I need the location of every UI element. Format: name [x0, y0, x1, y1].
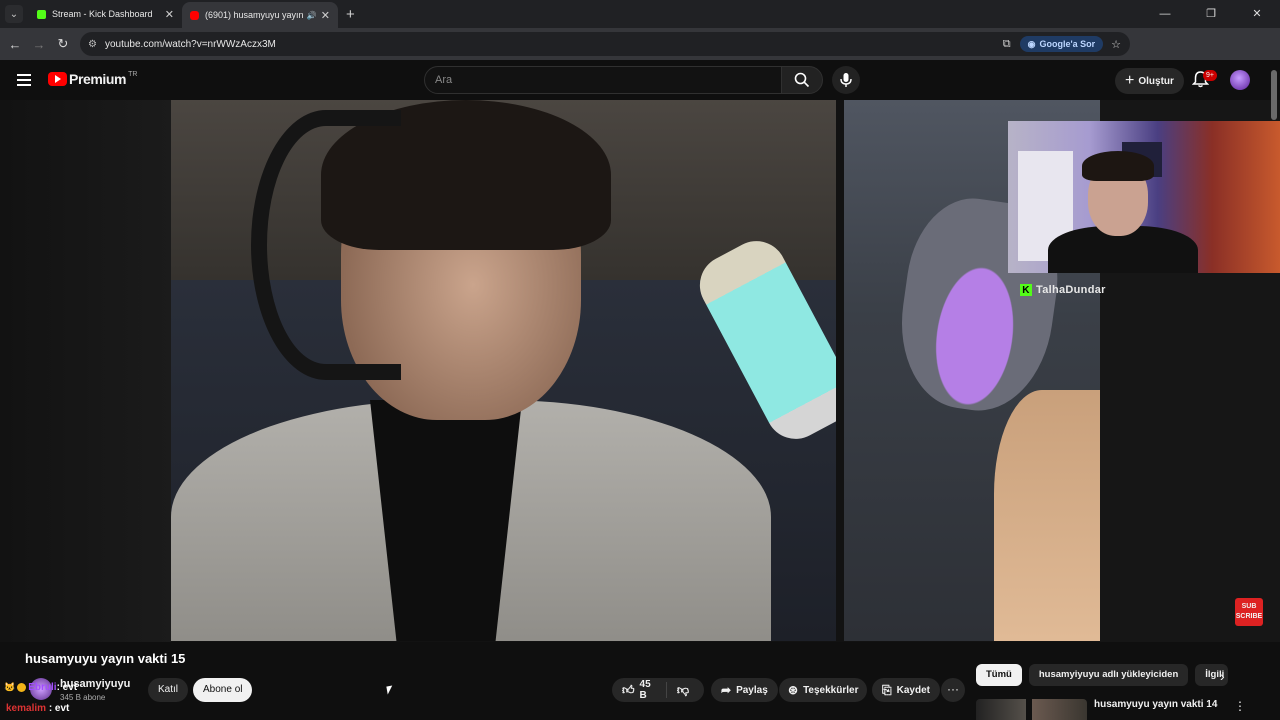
youtube-favicon-icon [190, 10, 199, 20]
menu-icon[interactable] [17, 74, 31, 86]
notification-badge: 9+ [1203, 70, 1217, 81]
browser-toolbar: ← → ↻ ⚙ youtube.com/watch?v=nrWWzAczx3M … [0, 28, 1280, 80]
browser-tab-kick[interactable]: Stream - Kick Dashboard ✕ [29, 0, 182, 28]
subscribe-watermark[interactable]: SUB SCRIBE [1235, 598, 1263, 626]
thumbs-up-icon: 👍︎ [622, 682, 635, 697]
speaker-icon[interactable]: 🔊 [307, 11, 317, 20]
share-icon: ➦ [721, 683, 732, 697]
tab-title: (6901) husamyuyu yayın vakti [205, 10, 304, 20]
share-button[interactable]: ➦ Paylaş [711, 678, 778, 702]
thanks-button[interactable]: ⊛ Teşekkürler [779, 678, 868, 702]
voice-search-button[interactable] [832, 66, 860, 94]
cast-icon[interactable]: ⧉ [1003, 38, 1011, 51]
chip-from-uploader[interactable]: husamyiyuyu adlı yükleyiciden [1028, 664, 1189, 686]
emote-icon: 🐱 [4, 682, 16, 692]
back-icon[interactable]: ← [3, 37, 27, 52]
bookmark-icon: ⎘ [882, 682, 892, 697]
create-button[interactable]: + Oluştur [1115, 68, 1184, 94]
chat-overlay-line: kemalim : evt [6, 703, 69, 714]
chat-message: : evt [48, 703, 70, 714]
account-avatar[interactable] [1230, 70, 1250, 90]
kebab-menu-icon[interactable]: ⋮ [1234, 699, 1246, 713]
overlay-username: TalhaDundar [1036, 284, 1106, 296]
search-input[interactable]: Ara [424, 66, 782, 94]
streamer-camera-left [171, 100, 836, 641]
youtube-premium-logo[interactable]: Premium TR [48, 71, 137, 87]
thumbs-down-icon[interactable]: 👎︎ [667, 683, 699, 698]
bookmark-star-icon[interactable]: ☆ [1111, 38, 1121, 51]
plus-icon: + [1125, 72, 1135, 89]
chat-overlay-line: 🐱 Ebruli : evt [4, 682, 77, 693]
video-player[interactable]: K TalhaDundar SUB SCRIBE [0, 100, 1280, 642]
kick-username-overlay: K TalhaDundar [1020, 284, 1106, 296]
video-title: husamyuyu yayın vakti 15 [25, 651, 186, 666]
lens-icon: ◉ [1027, 38, 1036, 49]
recommended-video-title[interactable]: husamyuyu yayın vakti 14 [1094, 699, 1217, 710]
recommended-thumbnail[interactable] [1032, 699, 1087, 720]
subscribe-button[interactable]: Abone ol [193, 678, 253, 702]
mouse-cursor-icon [386, 685, 394, 695]
browser-tab-bar: ⌄ Stream - Kick Dashboard ✕ (6901) husam… [0, 0, 1280, 28]
chat-username: Ebruli [28, 682, 57, 693]
site-info-icon[interactable]: ⚙ [88, 39, 97, 50]
logo-text: Premium [69, 71, 127, 87]
save-label: Kaydet [896, 684, 930, 696]
close-icon[interactable]: ✕ [165, 8, 174, 21]
chip-all[interactable]: Tümü [976, 664, 1022, 686]
close-icon[interactable]: ✕ [321, 9, 330, 22]
chevron-right-icon[interactable]: › [1220, 668, 1225, 684]
browser-tab-youtube[interactable]: (6901) husamyuyu yayın vakti 🔊 ✕ [182, 2, 338, 28]
search-button[interactable] [781, 66, 823, 94]
kick-favicon-icon [37, 9, 46, 19]
more-actions-icon[interactable]: ··· [941, 678, 965, 702]
recommended-thumbnail[interactable] [976, 699, 1026, 720]
tab-search-button[interactable]: ⌄ [5, 5, 23, 23]
like-dislike-group: 👍︎ 45 B 👎︎ [612, 678, 704, 702]
address-bar[interactable]: ⚙ youtube.com/watch?v=nrWWzAczx3M ⧉ ◉ Go… [80, 32, 1130, 56]
save-button[interactable]: ⎘ Kaydet [872, 678, 940, 702]
thanks-label: Teşekkürler [803, 684, 859, 696]
new-tab-button[interactable]: + [346, 6, 355, 23]
country-code: TR [128, 70, 138, 78]
ask-google-label: Google'a Sor [1039, 39, 1096, 49]
youtube-header: Premium TR Ara + Oluştur 9+ [0, 60, 1280, 100]
close-window-icon[interactable]: ✕ [1234, 0, 1280, 28]
subscriber-count: 345 B abone [60, 693, 106, 702]
super-thanks-icon: ⊛ [788, 683, 799, 697]
page-scrollbar[interactable] [1271, 70, 1277, 120]
join-button[interactable]: Katıl [148, 678, 189, 702]
reload-icon[interactable]: ↻ [51, 36, 75, 52]
share-label: Paylaş [736, 684, 768, 696]
create-label: Oluştur [1138, 75, 1174, 87]
microphone-icon [840, 73, 852, 87]
badge-icon [17, 683, 27, 692]
like-button[interactable]: 👍︎ 45 B [612, 679, 667, 701]
chat-username: kemalim [6, 703, 47, 714]
like-count: 45 B [639, 679, 651, 701]
window-controls: — ❐ ✕ [1142, 0, 1280, 28]
tab-title: Stream - Kick Dashboard [52, 9, 153, 19]
youtube-play-icon [48, 72, 67, 86]
player-side-left [0, 100, 171, 642]
search-icon [794, 72, 810, 88]
kick-logo-icon: K [1020, 284, 1032, 296]
webcam-overlay [1008, 121, 1280, 273]
forward-icon[interactable]: → [27, 37, 51, 52]
url-text[interactable]: youtube.com/watch?v=nrWWzAczx3M [105, 39, 994, 50]
restore-icon[interactable]: ❐ [1188, 0, 1234, 28]
chat-message: : evt [56, 682, 78, 693]
recommendation-chips: Tümü husamyiyuyu adlı yükleyiciden İlgil… [976, 664, 1235, 686]
minimize-icon[interactable]: — [1142, 0, 1188, 28]
ask-google-button[interactable]: ◉ Google'a Sor [1019, 36, 1104, 52]
